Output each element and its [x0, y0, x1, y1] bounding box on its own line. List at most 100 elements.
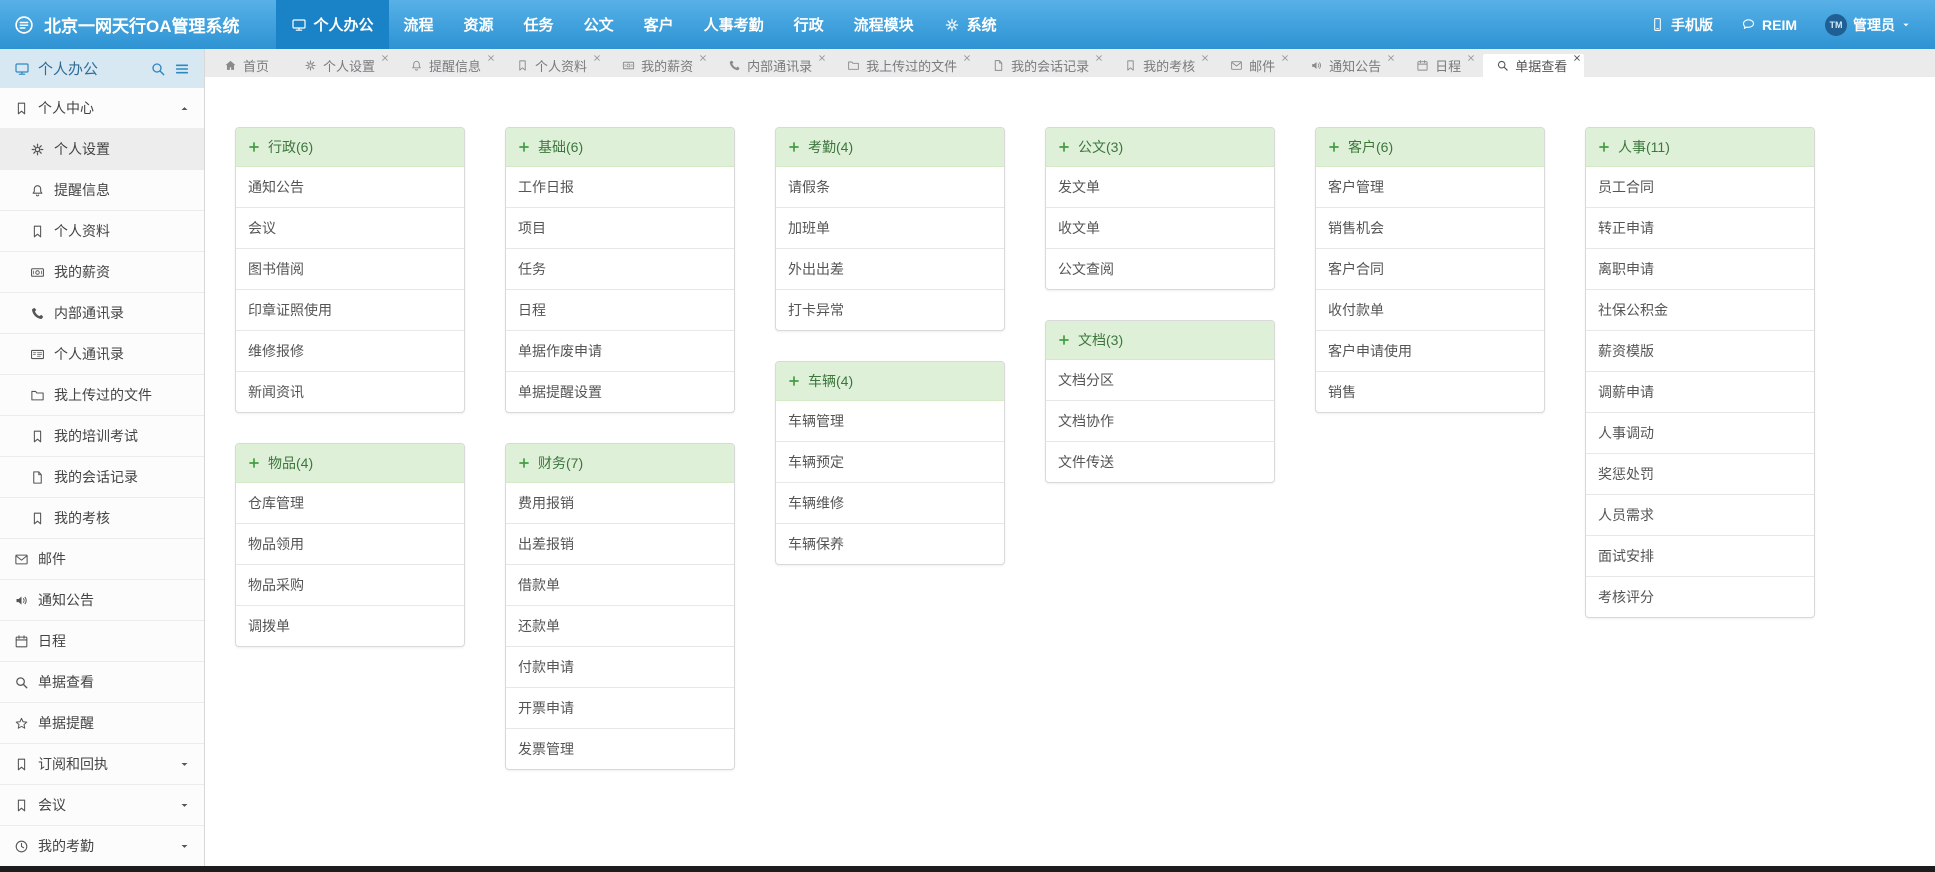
menu-entry[interactable]: 图书借阅	[236, 248, 464, 289]
menu-entry[interactable]: 发票管理	[506, 728, 734, 769]
menu-entry[interactable]: 车辆管理	[776, 401, 1004, 441]
menu-entry[interactable]: 付款申请	[506, 646, 734, 687]
sidebar-item-my-attendance[interactable]: 我的考勤	[0, 826, 204, 866]
user-menu[interactable]: TM 管理员	[1825, 14, 1911, 36]
card-header-document[interactable]: 文档(3)	[1046, 321, 1274, 360]
menu-entry[interactable]: 销售机会	[1316, 207, 1544, 248]
menu-entry[interactable]: 费用报销	[506, 483, 734, 523]
menu-entry[interactable]: 任务	[506, 248, 734, 289]
menu-entry[interactable]: 物品采购	[236, 564, 464, 605]
sidebar-item-my-uploaded-files[interactable]: 我上传过的文件	[0, 375, 204, 416]
close-icon[interactable]	[381, 54, 389, 62]
menu-entry[interactable]: 调薪申请	[1586, 371, 1814, 412]
tab-document-view[interactable]: 单据查看	[1483, 54, 1584, 77]
menu-entry[interactable]: 人事调动	[1586, 412, 1814, 453]
menu-entry[interactable]: 印章证照使用	[236, 289, 464, 330]
sidebar-item-announcements[interactable]: 通知公告	[0, 580, 204, 621]
tab-mail[interactable]: 邮件	[1217, 54, 1292, 77]
menu-entry[interactable]: 车辆预定	[776, 441, 1004, 482]
card-header-goods[interactable]: 物品(4)	[236, 444, 464, 483]
menu-entry[interactable]: 销售	[1316, 371, 1544, 412]
card-header-official-docs[interactable]: 公文(3)	[1046, 128, 1274, 167]
menu-entry[interactable]: 调拨单	[236, 605, 464, 646]
tab-home[interactable]: 首页	[211, 54, 286, 77]
nav-item-resources[interactable]: 资源	[449, 0, 509, 49]
close-icon[interactable]	[699, 54, 707, 62]
close-icon[interactable]	[487, 54, 495, 62]
sidebar-item-schedule[interactable]: 日程	[0, 621, 204, 662]
menu-entry[interactable]: 收付款单	[1316, 289, 1544, 330]
menu-entry[interactable]: 外出出差	[776, 248, 1004, 289]
collapse-menu-icon[interactable]	[174, 61, 190, 77]
close-icon[interactable]	[818, 54, 826, 62]
sidebar-item-meetings[interactable]: 会议	[0, 785, 204, 826]
menu-entry[interactable]: 借款单	[506, 564, 734, 605]
menu-entry[interactable]: 车辆保养	[776, 523, 1004, 564]
menu-entry[interactable]: 文件传送	[1046, 441, 1274, 482]
menu-entry[interactable]: 单据提醒设置	[506, 371, 734, 412]
nav-item-hr-attendance[interactable]: 人事考勤	[689, 0, 779, 49]
menu-entry[interactable]: 新闻资讯	[236, 371, 464, 412]
menu-entry[interactable]: 社保公积金	[1586, 289, 1814, 330]
menu-entry[interactable]: 面试安排	[1586, 535, 1814, 576]
reim-button[interactable]: REIM	[1741, 17, 1797, 33]
menu-entry[interactable]: 公文查阅	[1046, 248, 1274, 289]
nav-item-workflow[interactable]: 流程	[389, 0, 449, 49]
nav-item-customers[interactable]: 客户	[629, 0, 689, 49]
tab-personal-settings[interactable]: 个人设置	[291, 54, 392, 77]
menu-entry[interactable]: 维修报修	[236, 330, 464, 371]
tab-my-uploaded-files[interactable]: 我上传过的文件	[834, 54, 974, 77]
menu-entry[interactable]: 开票申请	[506, 687, 734, 728]
close-icon[interactable]	[1387, 54, 1395, 62]
menu-entry[interactable]: 工作日报	[506, 167, 734, 207]
card-header-administration[interactable]: 行政(6)	[236, 128, 464, 167]
sidebar-item-my-assessment[interactable]: 我的考核	[0, 498, 204, 539]
nav-item-tasks[interactable]: 任务	[509, 0, 569, 49]
tab-my-chat-records[interactable]: 我的会话记录	[979, 54, 1106, 77]
menu-entry[interactable]: 客户合同	[1316, 248, 1544, 289]
tab-announcements[interactable]: 通知公告	[1297, 54, 1398, 77]
card-header-vehicle[interactable]: 车辆(4)	[776, 362, 1004, 401]
menu-entry[interactable]: 考核评分	[1586, 576, 1814, 617]
close-icon[interactable]	[593, 54, 601, 62]
nav-item-administration[interactable]: 行政	[779, 0, 839, 49]
menu-entry[interactable]: 还款单	[506, 605, 734, 646]
nav-item-workflow-module[interactable]: 流程模块	[839, 0, 929, 49]
menu-entry[interactable]: 项目	[506, 207, 734, 248]
menu-entry[interactable]: 会议	[236, 207, 464, 248]
card-header-hr[interactable]: 人事(11)	[1586, 128, 1814, 167]
close-icon[interactable]	[1467, 54, 1475, 62]
menu-entry[interactable]: 发文单	[1046, 167, 1274, 207]
sidebar-item-personal-profile[interactable]: 个人资料	[0, 211, 204, 252]
menu-entry[interactable]: 车辆维修	[776, 482, 1004, 523]
tab-reminder-info[interactable]: 提醒信息	[397, 54, 498, 77]
menu-entry[interactable]: 客户申请使用	[1316, 330, 1544, 371]
menu-entry[interactable]: 转正申请	[1586, 207, 1814, 248]
menu-entry[interactable]: 加班单	[776, 207, 1004, 248]
menu-entry[interactable]: 文档分区	[1046, 360, 1274, 400]
sidebar-item-my-chat-records[interactable]: 我的会话记录	[0, 457, 204, 498]
sidebar-item-internal-contacts[interactable]: 内部通讯录	[0, 293, 204, 334]
menu-entry[interactable]: 打卡异常	[776, 289, 1004, 330]
sidebar-item-my-training-exams[interactable]: 我的培训考试	[0, 416, 204, 457]
mobile-version-button[interactable]: 手机版	[1650, 15, 1713, 35]
menu-entry[interactable]: 仓库管理	[236, 483, 464, 523]
menu-entry[interactable]: 单据作废申请	[506, 330, 734, 371]
menu-entry[interactable]: 客户管理	[1316, 167, 1544, 207]
menu-entry[interactable]: 通知公告	[236, 167, 464, 207]
menu-entry[interactable]: 收文单	[1046, 207, 1274, 248]
nav-item-system[interactable]: 系统	[929, 0, 1012, 49]
card-header-customer[interactable]: 客户(6)	[1316, 128, 1544, 167]
card-header-attendance[interactable]: 考勤(4)	[776, 128, 1004, 167]
search-icon[interactable]	[150, 61, 166, 77]
sidebar-item-document-reminder[interactable]: 单据提醒	[0, 703, 204, 744]
tab-internal-contacts[interactable]: 内部通讯录	[715, 54, 829, 77]
close-icon[interactable]	[963, 54, 971, 62]
sidebar-item-reminder-info[interactable]: 提醒信息	[0, 170, 204, 211]
menu-entry[interactable]: 物品领用	[236, 523, 464, 564]
tab-my-salary[interactable]: 我的薪资	[609, 54, 710, 77]
menu-entry[interactable]: 请假条	[776, 167, 1004, 207]
menu-entry[interactable]: 人员需求	[1586, 494, 1814, 535]
nav-item-official-docs[interactable]: 公文	[569, 0, 629, 49]
sidebar-item-subscriptions-receipts[interactable]: 订阅和回执	[0, 744, 204, 785]
